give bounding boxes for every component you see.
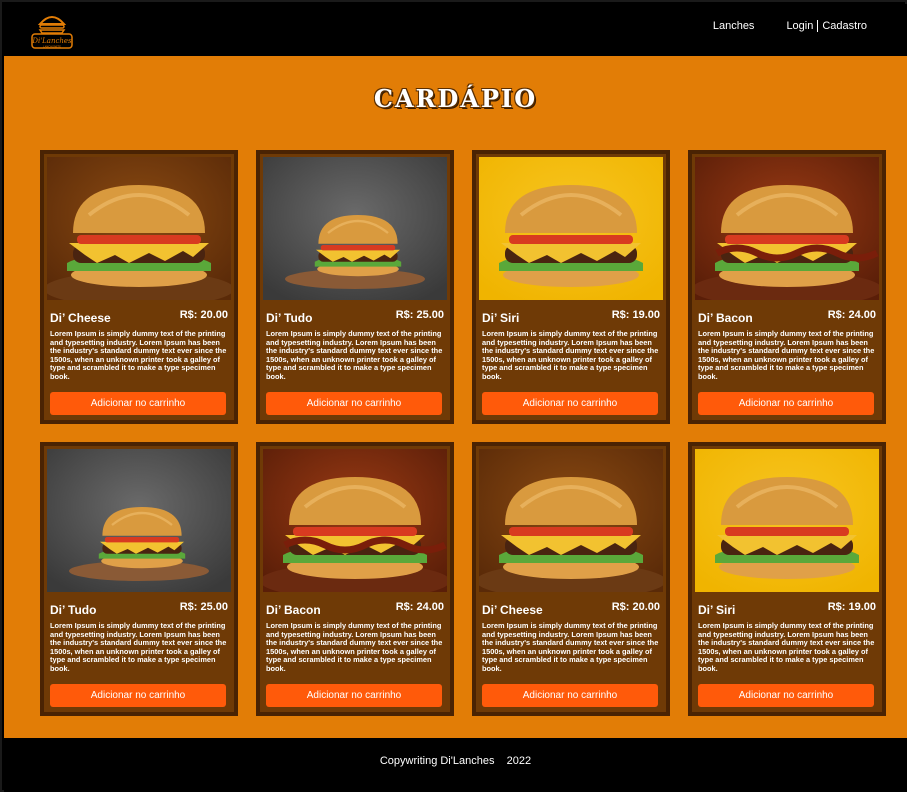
product-image [479,157,663,300]
add-to-cart-button[interactable]: Adicionar no carrinho [50,392,226,415]
burger-photo [263,449,447,592]
product-name: Di’ Siri [698,603,736,617]
product-price: R$: 25.00 [179,601,228,613]
burger-photo [47,449,231,592]
product-name: Di’ Tudo [266,311,313,325]
nav-login-link[interactable]: Login [786,20,813,32]
add-to-cart-button[interactable]: Adicionar no carrinho [698,684,874,707]
product-image [263,157,447,300]
product-image [263,449,447,592]
product-card: Di’ Tudo R$: 25.00 Lorem Ipsum is simply… [256,150,454,424]
product-name: Di’ Siri [482,311,520,325]
product-description: Lorem Ipsum is simply dummy text of the … [482,621,659,673]
site-footer: Copywriting Di'Lanches 2022 [4,738,907,792]
product-card: Di’ Tudo R$: 25.00 Lorem Ipsum is simply… [40,442,238,716]
add-to-cart-button[interactable]: Adicionar no carrinho [50,684,226,707]
product-name: Di’ Bacon [266,603,321,617]
product-image [47,449,231,592]
product-card: Di’ Siri R$: 19.00 Lorem Ipsum is simply… [472,150,670,424]
add-to-cart-button[interactable]: Adicionar no carrinho [482,684,658,707]
product-description: Lorem Ipsum is simply dummy text of the … [698,329,875,381]
nav-cadastro-link[interactable]: Cadastro [822,20,867,32]
page: Di'Lanches LANCHONETE Lanches Login Cada… [0,0,907,792]
product-name: Di’ Cheese [50,311,111,325]
product-image [695,157,879,300]
add-to-cart-button[interactable]: Adicionar no carrinho [266,684,442,707]
nav-lanches-link[interactable]: Lanches [713,20,755,32]
product-description: Lorem Ipsum is simply dummy text of the … [50,329,227,381]
burger-photo [479,157,663,300]
product-description: Lorem Ipsum is simply dummy text of the … [698,621,875,673]
product-card: Di’ Cheese R$: 20.00 Lorem Ipsum is simp… [472,442,670,716]
burger-logo-icon: Di'Lanches LANCHONETE [31,16,73,49]
product-description: Lorem Ipsum is simply dummy text of the … [266,329,443,381]
add-to-cart-button[interactable]: Adicionar no carrinho [266,392,442,415]
product-price: R$: 20.00 [179,309,228,321]
footer-copyright: Copywriting Di'Lanches 2022 [379,755,532,767]
logo[interactable]: Di'Lanches LANCHONETE [30,10,74,50]
top-nav: Lanches Login Cadastro [713,20,867,32]
product-image [479,449,663,592]
add-to-cart-button[interactable]: Adicionar no carrinho [698,392,874,415]
product-card: Di’ Cheese R$: 20.00 Lorem Ipsum is simp… [40,150,238,424]
page-title: CARDÁPIO [373,84,538,113]
product-price: R$: 24.00 [827,309,876,321]
product-name: Di’ Bacon [698,311,753,325]
product-price: R$: 19.00 [611,309,660,321]
add-to-cart-button[interactable]: Adicionar no carrinho [482,392,658,415]
product-description: Lorem Ipsum is simply dummy text of the … [50,621,227,673]
logo-subtext: LANCHONETE [43,45,61,49]
menu-section: CARDÁPIO Di’ Cheese R$: 20.00 Lorem Ipsu… [4,56,907,738]
product-price: R$: 25.00 [395,309,444,321]
product-price: R$: 19.00 [827,601,876,613]
burger-photo [263,157,447,300]
product-card: Di’ Bacon R$: 24.00 Lorem Ipsum is simpl… [256,442,454,716]
nav-divider [817,20,819,32]
site-header: Di'Lanches LANCHONETE Lanches Login Cada… [4,4,907,56]
logo-text: Di'Lanches [31,37,72,45]
product-name: Di’ Cheese [482,603,543,617]
product-card: Di’ Bacon R$: 24.00 Lorem Ipsum is simpl… [688,150,886,424]
product-image [695,449,879,592]
product-description: Lorem Ipsum is simply dummy text of the … [482,329,659,381]
burger-photo [479,449,663,592]
product-price: R$: 24.00 [395,601,444,613]
product-card: Di’ Siri R$: 19.00 Lorem Ipsum is simply… [688,442,886,716]
product-description: Lorem Ipsum is simply dummy text of the … [266,621,443,673]
product-image [47,157,231,300]
burger-photo [695,157,879,300]
burger-photo [695,449,879,592]
product-price: R$: 20.00 [611,601,660,613]
product-name: Di’ Tudo [50,603,97,617]
burger-photo [47,157,231,300]
